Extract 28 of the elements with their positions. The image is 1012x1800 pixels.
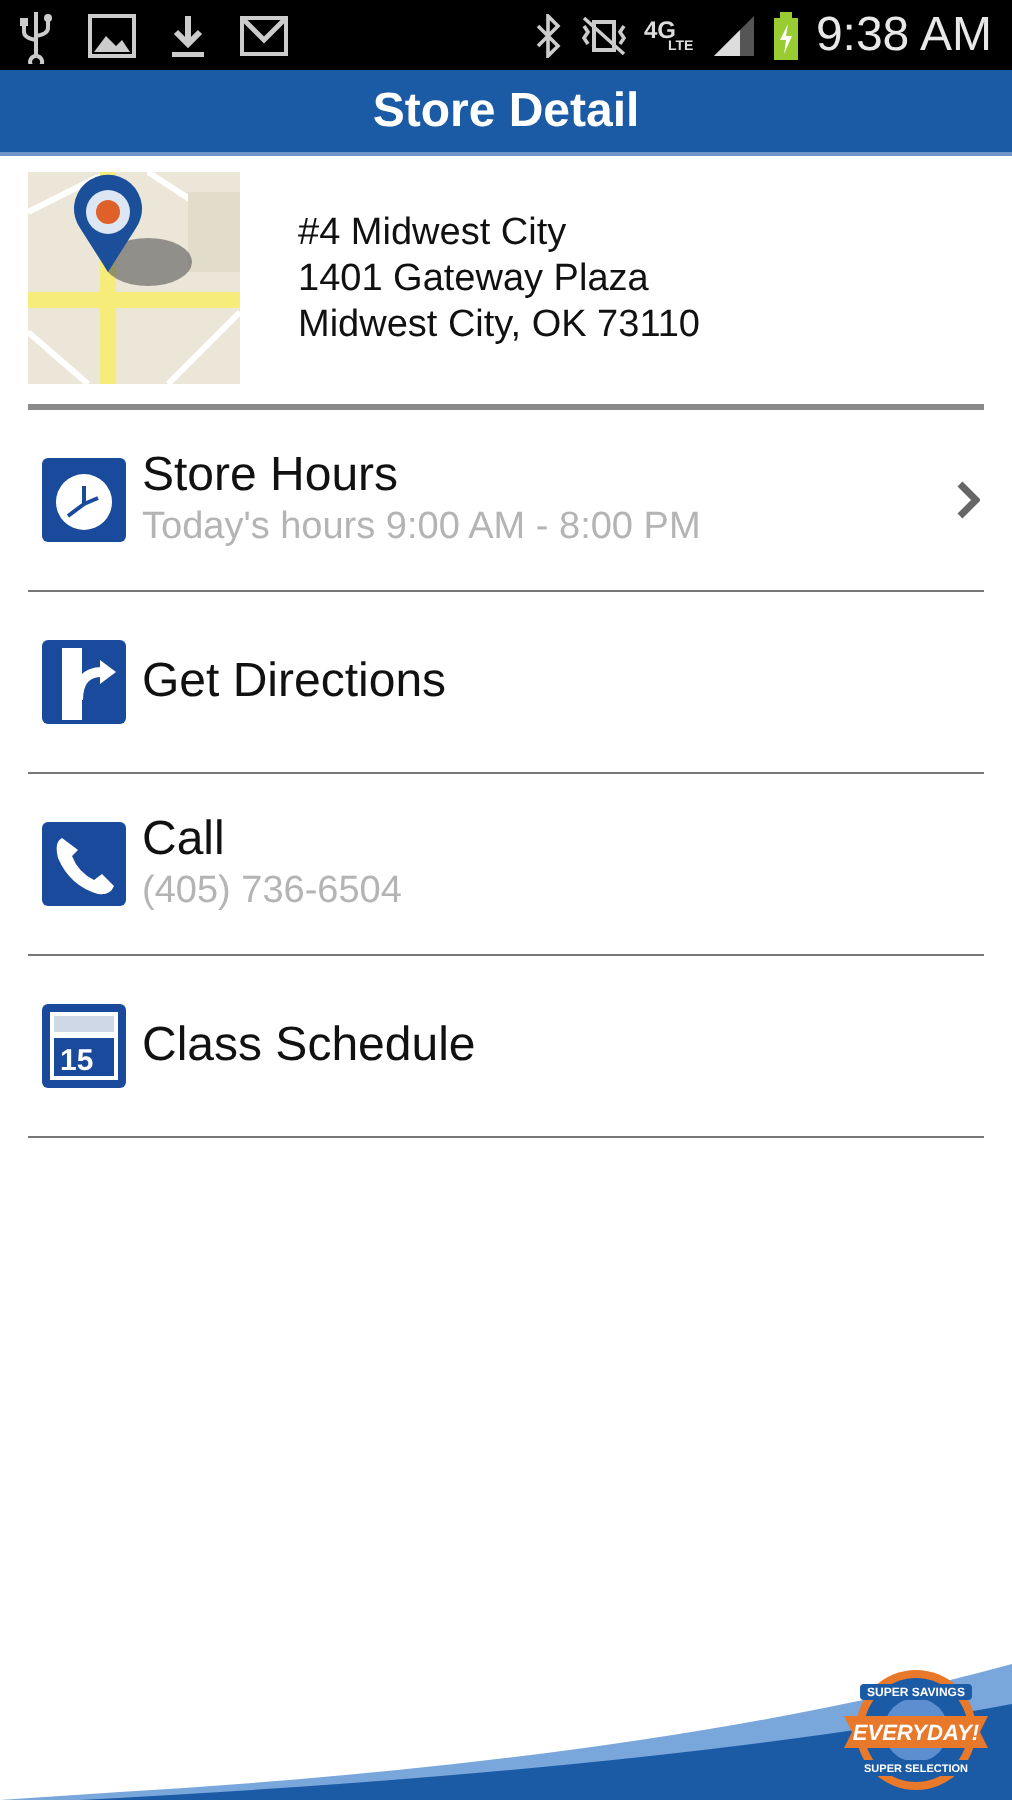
network-type: 4G (643, 17, 676, 41)
road-turn-icon (42, 640, 126, 724)
signal-icon (711, 11, 756, 59)
phone-icon (42, 822, 126, 906)
item-title: Class Schedule (142, 1018, 476, 1074)
vibrate-muted-icon (579, 13, 628, 57)
list-item[interactable]: Store Hours Today's hours 9:00 AM - 8:00 PM (28, 410, 984, 592)
item-subtitle: Today's hours 9:00 AM - 8:00 PM (142, 504, 701, 552)
list-item[interactable]: Call (405) 736-6504 (28, 774, 984, 956)
item-title: Get Directions (142, 654, 447, 710)
mail-icon (240, 15, 288, 55)
address-line: #4 Midwest City (298, 209, 569, 255)
calendar-icon: 15 (42, 1004, 126, 1088)
download-icon (168, 13, 208, 57)
app-title: Store Detail (0, 70, 1012, 156)
address-line: 1401 Gateway Plaza (298, 255, 651, 301)
clock-icon (42, 458, 126, 542)
item-subtitle: (405) 736-6504 (142, 868, 402, 916)
item-title: Call (142, 812, 227, 868)
usb-icon (16, 7, 56, 63)
list-item[interactable]: Get Directions (28, 592, 984, 774)
clock-time: 9:38 AM (815, 11, 992, 59)
battery-icon (771, 11, 800, 59)
item-title: Store Hours (142, 448, 401, 504)
bluetooth-icon (531, 13, 564, 57)
list-item[interactable]: 15 Class Schedule (28, 956, 984, 1138)
address-line: Midwest City, OK 73110 (298, 301, 700, 347)
image-icon (88, 13, 136, 57)
